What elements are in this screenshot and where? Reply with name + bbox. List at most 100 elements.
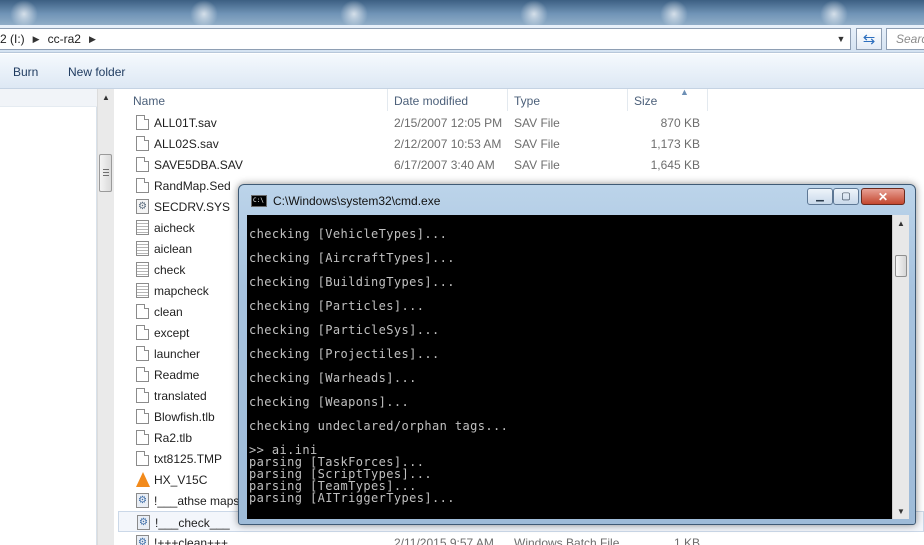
- navigation-selected-item[interactable]: [0, 89, 97, 107]
- search-input[interactable]: Search: [886, 28, 924, 50]
- file-name: txt8125.TMP: [154, 452, 223, 466]
- file-icon: [136, 157, 149, 172]
- file-icon: [136, 409, 149, 424]
- console-line: checking [BuildingTypes]...: [249, 275, 455, 289]
- file-type: SAV File: [514, 116, 560, 130]
- file-row[interactable]: SAVE5DBA.SAV 6/17/2007 3:40 AM SAV File 1,6…: [118, 154, 924, 175]
- file-name: Ra2.tlb: [154, 431, 193, 445]
- cmd-title-bar[interactable]: C:\ C:\Windows\system32\cmd.exe: [251, 193, 440, 209]
- file-size: 1 KB: [673, 536, 700, 545]
- file-icon: [136, 136, 149, 151]
- breadcrumb-drive[interactable]: 2 (I:): [0, 32, 25, 46]
- file-name: translated: [154, 389, 207, 403]
- file-name: Blowfish.tlb: [154, 410, 215, 424]
- file-icon: [136, 115, 149, 130]
- file-type: SAV File: [514, 137, 560, 151]
- column-header-type[interactable]: Type: [508, 89, 628, 111]
- file-name: aiclean: [154, 242, 193, 256]
- refresh-icon: ⇆: [862, 31, 876, 48]
- close-button[interactable]: ✕: [861, 188, 905, 205]
- breadcrumb-chevron-icon[interactable]: ▶: [89, 34, 96, 45]
- file-name: !___athse maps: [154, 494, 240, 508]
- refresh-button[interactable]: ⇆: [856, 28, 882, 50]
- console-line: checking [Projectiles]...: [249, 347, 440, 361]
- file-name: mapcheck: [154, 284, 209, 298]
- navigation-pane[interactable]: [0, 89, 97, 545]
- file-icon: [136, 178, 149, 193]
- file-name: ALL01T.sav: [154, 116, 217, 130]
- cmd-app-icon: C:\: [251, 195, 267, 207]
- close-icon: ✕: [877, 189, 889, 204]
- breadcrumb-folder[interactable]: cc-ra2: [48, 32, 81, 46]
- console-line: checking [AircraftTypes]...: [249, 251, 455, 265]
- file-name: except: [154, 326, 190, 340]
- system-file-icon: [136, 199, 149, 214]
- file-date-modified: 2/15/2007 12:05 PM: [394, 116, 503, 130]
- scroll-up-icon[interactable]: ▲: [893, 215, 909, 231]
- batch-file-icon: [136, 493, 149, 508]
- scroll-down-icon[interactable]: ▼: [893, 503, 909, 519]
- scrollbar-thumb[interactable]: [99, 154, 112, 192]
- column-header-name[interactable]: Name: [127, 89, 388, 111]
- file-row[interactable]: !+++clean+++ 2/11/2015 9:57 AM Windows Bat…: [118, 532, 924, 545]
- file-row[interactable]: ALL02S.sav 2/12/2007 10:53 AM SAV File 1,17…: [118, 133, 924, 154]
- cmd-window[interactable]: C:\ C:\Windows\system32\cmd.exe ▁ ▢ ✕ ch…: [238, 184, 916, 525]
- file-icon: [136, 388, 149, 403]
- text-file-icon: [136, 241, 149, 256]
- breadcrumb-chevron-icon[interactable]: ▶: [33, 34, 40, 45]
- command-bar: Burn New folder: [0, 54, 924, 89]
- file-type: SAV File: [514, 158, 560, 172]
- file-name: check: [154, 263, 186, 277]
- file-row[interactable]: ALL01T.sav 2/15/2007 12:05 PM SAV File 870 …: [118, 112, 924, 133]
- file-size: 1,173 KB: [650, 137, 700, 151]
- file-name: HX_V15C: [154, 473, 208, 487]
- file-name: launcher: [154, 347, 201, 361]
- file-icon: [136, 304, 149, 319]
- cmd-window-title: C:\Windows\system32\cmd.exe: [273, 194, 441, 208]
- file-date-modified: 6/17/2007 3:40 AM: [394, 158, 495, 172]
- text-file-icon: [136, 220, 149, 235]
- console-line: parsing [AITriggerTypes]...: [249, 491, 455, 505]
- scrollbar-thumb[interactable]: [895, 255, 907, 277]
- file-name: SAVE5DBA.SAV: [154, 158, 243, 172]
- console-line: checking undeclared/orphan tags...: [249, 419, 509, 433]
- scroll-up-icon[interactable]: ▲: [98, 89, 114, 105]
- file-name: Readme: [154, 368, 200, 382]
- file-name: ALL02S.sav: [154, 137, 219, 151]
- burn-button[interactable]: Burn: [13, 65, 38, 79]
- address-dropdown-icon[interactable]: ▼: [832, 29, 850, 49]
- batch-file-icon: [137, 515, 150, 530]
- console-line: checking [ParticleSys]...: [249, 323, 440, 337]
- cmd-scrollbar[interactable]: ▲ ▼: [892, 215, 909, 519]
- cmd-console-output[interactable]: checking [VehicleTypes]... checking [Airc…: [247, 215, 892, 519]
- file-name: !___check___: [155, 516, 230, 530]
- file-date-modified: 2/12/2007 10:53 AM: [394, 137, 502, 151]
- column-header-size[interactable]: Size: [628, 89, 708, 111]
- navigation-scrollbar[interactable]: ▲: [97, 89, 114, 545]
- address-bar[interactable]: 2 (I:) ▶ cc-ra2 ▶ ▼: [0, 28, 851, 50]
- maximize-button[interactable]: ▢: [833, 188, 859, 205]
- file-icon: [136, 430, 149, 445]
- file-name: SECDRV.SYS: [154, 200, 231, 214]
- vlc-cone-icon: [136, 472, 150, 487]
- console-line: checking [Warheads]...: [249, 371, 417, 385]
- console-line: checking [VehicleTypes]...: [249, 227, 448, 241]
- file-type: Windows Batch File: [514, 536, 620, 545]
- minimize-button[interactable]: ▁: [807, 188, 833, 205]
- file-size: 870 KB: [660, 116, 700, 130]
- file-icon: [136, 346, 149, 361]
- new-folder-button[interactable]: New folder: [68, 65, 125, 79]
- batch-file-icon: [136, 535, 149, 545]
- file-size: 1,645 KB: [650, 158, 700, 172]
- text-file-icon: [136, 262, 149, 277]
- file-icon: [136, 451, 149, 466]
- column-header-date[interactable]: Date modified: [388, 89, 508, 111]
- address-bar-row: 2 (I:) ▶ cc-ra2 ▶ ▼ ⇆ Search: [0, 25, 924, 53]
- file-name: !+++clean+++: [154, 536, 229, 545]
- text-file-icon: [136, 283, 149, 298]
- file-name: clean: [154, 305, 183, 319]
- console-line: checking [Weapons]...: [249, 395, 410, 409]
- maximize-icon: ▢: [841, 191, 851, 202]
- file-name: aicheck: [154, 221, 195, 235]
- column-headers: Name Date modified Type ▲ Size: [118, 87, 924, 111]
